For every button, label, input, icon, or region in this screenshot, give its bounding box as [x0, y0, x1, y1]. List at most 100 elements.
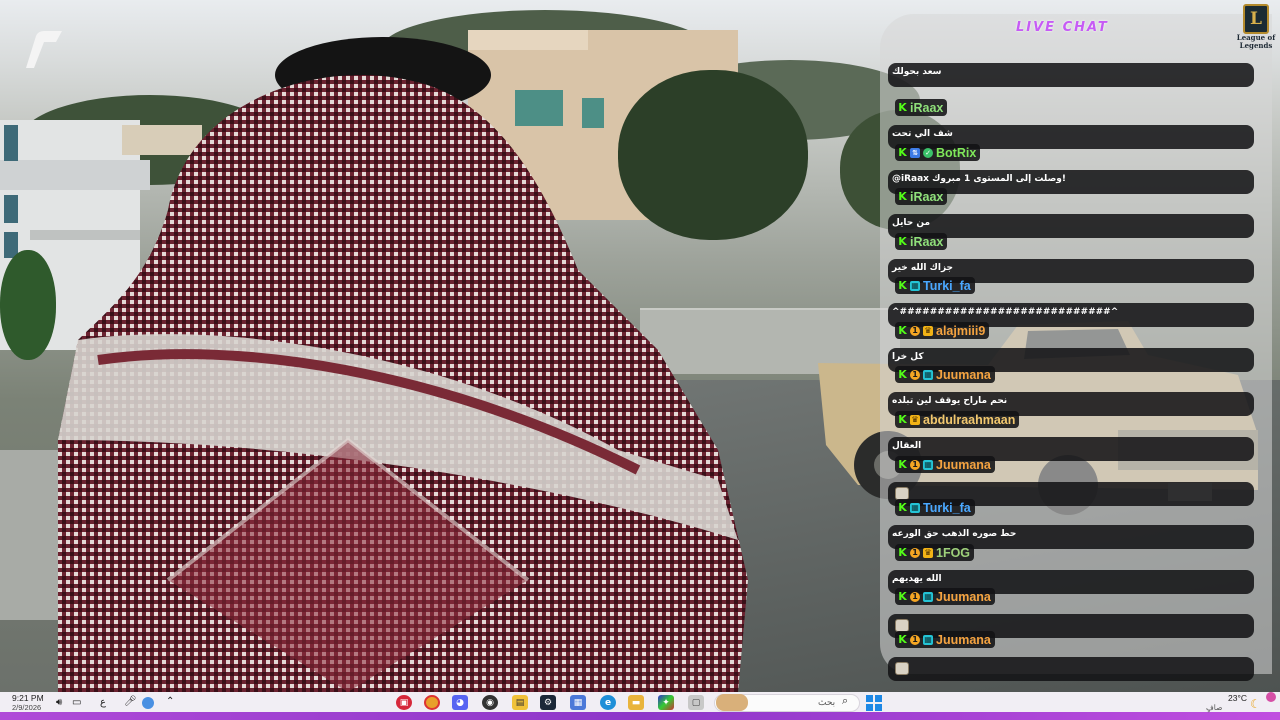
subscriber-badge-icon: ▦ [910, 502, 920, 513]
windows-start-icon[interactable] [866, 694, 882, 711]
chat-message-text: العقال [892, 441, 922, 451]
search-placeholder-text: بحث [818, 697, 836, 707]
live-chat-title: LIVE CHAT [1016, 20, 1109, 35]
chat-message-background [888, 657, 1254, 681]
network-icon[interactable]: ▭ [72, 697, 81, 708]
kick-badge-icon: K [898, 145, 907, 159]
chat-username-tag[interactable]: K 1 ▦ Juumana [895, 631, 995, 648]
crown-badge-icon: ♛ [910, 414, 920, 425]
bot-badge-icon: ⇅ [910, 147, 920, 158]
person-in-shemagh-image [58, 37, 748, 692]
chat-username[interactable]: iRaax [910, 235, 943, 249]
league-logo-icon: L [1243, 4, 1269, 34]
obs-icon[interactable]: ◉ [482, 695, 498, 710]
gift-badge-icon: 1 [910, 547, 920, 558]
weather-temperature[interactable]: 23°C [1228, 693, 1247, 703]
chat-username[interactable]: 1FOG [936, 546, 970, 560]
gift-badge-icon: 1 [910, 369, 920, 380]
store-icon[interactable]: ▦ [570, 695, 586, 710]
edge-icon[interactable]: e [600, 695, 616, 710]
chat-username[interactable]: Juumana [936, 633, 991, 647]
kick-badge-icon: K [898, 632, 907, 646]
input-language[interactable]: ع [100, 697, 106, 708]
chat-message-text: حط صوره الذهب حق الورعه [892, 529, 1017, 539]
chat-username[interactable]: BotRix [936, 146, 976, 160]
chat-username-tag[interactable]: K 1 ▦ Juumana [895, 456, 995, 473]
weather-moon-icon[interactable]: ☾ [1250, 697, 1261, 711]
kick-badge-icon: K [898, 545, 907, 559]
chat-username[interactable]: iRaax [910, 101, 943, 115]
kick-badge-icon: K [898, 323, 907, 337]
league-logo-text-2: Legends [1239, 41, 1273, 50]
gift-badge-icon: 1 [910, 591, 920, 602]
verified-badge-icon: ✓ [923, 147, 933, 158]
chat-message-text: الله يهديهم [892, 574, 942, 584]
league-of-legends-logo: L League of Legends [1234, 4, 1278, 56]
search-icon[interactable]: ⌕ [842, 695, 848, 708]
file-app-icon[interactable]: ▤ [512, 695, 528, 710]
discord-icon[interactable]: ◕ [452, 695, 468, 710]
chat-message-text: @iRaax وصلت إلى المستوى 1 مبروك! [892, 174, 1066, 184]
file-explorer-icon[interactable]: ▬ [628, 695, 644, 710]
streamer-logo-icon [26, 31, 62, 68]
chat-username-tag[interactable]: K ♛ abdulraahmaan [895, 411, 1020, 428]
chat-username-tag[interactable]: K ▦ Turki_fa [895, 277, 975, 294]
microphone-icon[interactable]: 🎤︎ [124, 696, 137, 707]
subscriber-badge-icon: ▦ [923, 459, 933, 470]
kick-badge-icon: K [898, 412, 907, 426]
copilot-icon[interactable]: ✦ [658, 695, 674, 710]
kick-badge-icon: K [898, 234, 907, 248]
kick-badge-icon: K [898, 100, 907, 114]
notification-badge-icon[interactable] [1266, 692, 1276, 702]
chat-username-tag[interactable]: K 1 ♛ 1FOG [895, 544, 975, 561]
app-icon-red[interactable]: ▣ [396, 695, 412, 710]
chat-username-tag[interactable]: K ▦ Turki_fa [895, 499, 975, 516]
steam-icon[interactable]: ⚙︎ [540, 695, 556, 710]
crown-badge-icon: ♛ [923, 325, 933, 336]
subscriber-badge-icon: ▦ [923, 591, 933, 602]
chat-message-text: سعد بحولك [892, 67, 942, 77]
chat-username-tag[interactable]: KiRaax [895, 99, 948, 116]
chat-username-tag[interactable]: KiRaax [895, 188, 948, 205]
weather-condition[interactable]: صافٍ [1206, 703, 1222, 712]
chrome-icon[interactable] [424, 695, 440, 710]
chat-username[interactable]: Turki_fa [923, 279, 971, 293]
kick-badge-icon: K [898, 278, 907, 292]
kick-badge-icon: K [898, 589, 907, 603]
kick-badge-icon: K [898, 500, 907, 514]
chat-username-tag[interactable]: KiRaax [895, 233, 948, 250]
chat-username[interactable]: Juumana [936, 458, 991, 472]
chat-username-tag[interactable]: K 1 ▦ Juumana [895, 366, 995, 383]
show-hidden-icons-chevron-icon[interactable]: ⌃ [166, 696, 174, 707]
gift-badge-icon: 1 [910, 634, 920, 645]
chat-username-tag[interactable]: K 1 ♛ alajmiii9 [895, 322, 990, 339]
chat-username[interactable]: iRaax [910, 190, 943, 204]
chat-username[interactable]: Turki_fa [923, 501, 971, 515]
gift-badge-icon: 1 [910, 325, 920, 336]
onedrive-icon[interactable] [142, 697, 154, 709]
chat-message-text: شف الي تحت [892, 129, 953, 139]
chat-message-text: نحم ماراح يوقف لين تبلده [892, 396, 1008, 406]
chat-username-tag[interactable]: K 1 ▦ Juumana [895, 588, 995, 605]
chat-username-tag[interactable]: K ⇅ ✓ BotRix [895, 144, 981, 161]
subscriber-badge-icon: ▦ [923, 369, 933, 380]
chat-username[interactable]: Juumana [936, 590, 991, 604]
speaker-icon[interactable]: 🔊︎ [56, 697, 62, 708]
subscriber-badge-icon: ▦ [923, 634, 933, 645]
kick-badge-icon: K [898, 367, 907, 381]
search-highlight-image [716, 694, 748, 711]
task-view-icon[interactable]: ▢ [688, 695, 704, 710]
crown-badge-icon: ♛ [923, 547, 933, 558]
taskbar-time[interactable]: 9:21 PM [12, 693, 44, 703]
chat-username[interactable]: abdulraahmaan [923, 413, 1015, 427]
chat-username[interactable]: Juumana [936, 368, 991, 382]
taskbar-date[interactable]: 2/9/2026 [12, 703, 41, 712]
chat-message-text: من حايل [892, 218, 931, 228]
chat-message-text: كل خرا [892, 352, 924, 362]
kick-badge-icon: K [898, 189, 907, 203]
kick-badge-icon: K [898, 457, 907, 471]
taskbar-accent-bar [0, 712, 1280, 720]
chat-message-text: ^############################^ [892, 307, 1119, 317]
chat-username[interactable]: alajmiii9 [936, 324, 985, 338]
chat-emote-image [895, 662, 909, 675]
